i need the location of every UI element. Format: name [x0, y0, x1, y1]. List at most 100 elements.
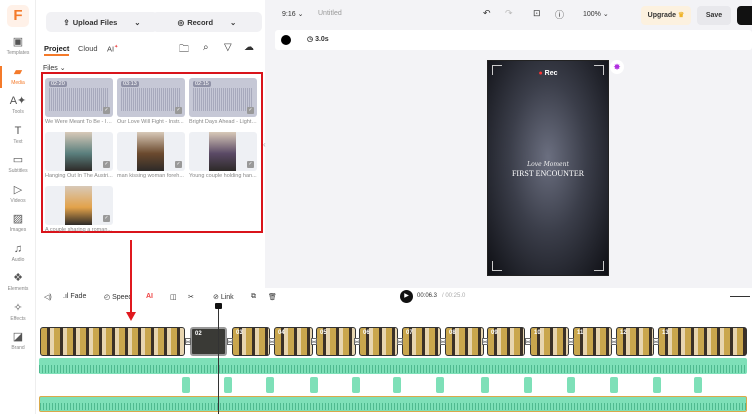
sound-effect-clip[interactable]	[610, 377, 618, 393]
check-icon[interactable]: ✓	[175, 107, 182, 114]
video-clip[interactable]: 02	[190, 327, 227, 356]
play-button[interactable]: ▶	[400, 290, 413, 303]
sound-effect-clip[interactable]	[436, 377, 444, 393]
transition-icon[interactable]: ⋈	[311, 338, 317, 345]
undo-icon[interactable]: ↶	[483, 8, 491, 19]
chevron-down-icon[interactable]: ⌄	[134, 18, 140, 27]
duration-control[interactable]: ◷ 3.0s	[307, 35, 329, 43]
upgrade-button[interactable]: Upgrade ♛	[641, 6, 691, 25]
redo-icon[interactable]: ↷	[505, 8, 513, 19]
video-preview[interactable]: ● Rec Love Moment FIRST ENCOUNTER	[487, 60, 609, 276]
aspect-ratio-dropdown[interactable]: 9:16 ⌄	[282, 10, 303, 18]
check-icon[interactable]: ✓	[247, 161, 254, 168]
sound-effect-clip[interactable]	[524, 377, 532, 393]
split-icon[interactable]: ◫	[170, 293, 177, 301]
sidebar-item-text[interactable]: T Text	[0, 125, 36, 145]
filter-icon[interactable]: ▽	[224, 42, 232, 53]
fade-button[interactable]: .ıl Fade	[63, 293, 86, 300]
audio-track[interactable]	[39, 358, 747, 374]
upload-files-button[interactable]: ⇪ Upload Files ⌄	[46, 12, 158, 32]
delete-icon[interactable]: 🗑	[268, 293, 277, 301]
tab-ai[interactable]: AI✦	[107, 44, 118, 54]
record-button[interactable]: ◎ Record ⌄	[152, 12, 262, 32]
video-clip[interactable]: 13	[658, 327, 747, 356]
playhead-handle[interactable]	[215, 303, 222, 309]
video-clip[interactable]: 08	[445, 327, 484, 356]
transition-icon[interactable]: ⋈	[482, 338, 488, 345]
video-clip[interactable]: 06	[359, 327, 398, 356]
sound-effect-clip[interactable]	[352, 377, 360, 393]
transition-icon[interactable]: ⋈	[354, 338, 360, 345]
video-clip[interactable]: 03	[232, 327, 270, 356]
zoom-dropdown[interactable]: 100% ⌄	[583, 10, 609, 18]
duplicate-icon[interactable]: ⧉	[251, 293, 256, 301]
new-folder-icon[interactable]: 🗀	[179, 42, 189, 59]
collapse-panel-handle[interactable]: ‹	[263, 140, 269, 150]
tab-cloud[interactable]: Cloud	[78, 44, 98, 53]
transition-icon[interactable]: ⋈	[440, 338, 446, 345]
video-clip[interactable]: 07	[402, 327, 441, 356]
sidebar-item-templates[interactable]: ▣ Templates	[0, 36, 36, 56]
tab-project[interactable]: Project	[44, 44, 70, 56]
video-clip[interactable]: 04	[274, 327, 313, 356]
transition-icon[interactable]: ⋈	[227, 338, 233, 345]
cloud-off-icon[interactable]: ☁	[244, 42, 254, 53]
transition-icon[interactable]: ⋈	[525, 338, 531, 345]
transition-icon[interactable]: ⋈	[269, 338, 275, 345]
transition-icon[interactable]: ⋈	[611, 338, 617, 345]
check-icon[interactable]: ✓	[175, 161, 182, 168]
video-clip[interactable]: 05	[316, 327, 356, 356]
transition-icon[interactable]: ⋈	[397, 338, 403, 345]
background-color-swatch[interactable]	[281, 35, 291, 45]
sound-effect-clip[interactable]	[182, 377, 190, 393]
export-button[interactable]	[737, 6, 752, 25]
zoom-slider[interactable]	[730, 296, 750, 297]
sidebar-item-videos[interactable]: ▷ Videos	[0, 184, 36, 204]
transition-icon[interactable]: ⋈	[185, 338, 191, 345]
save-button[interactable]: Save	[697, 6, 731, 25]
video-clip[interactable]: 11	[573, 327, 612, 356]
media-item[interactable]: 03:13 ✓ Our Love Will Fight - Instr...	[117, 78, 185, 131]
media-item[interactable]: ✓ Hanging Out In The Austri...	[45, 132, 113, 185]
media-item[interactable]: 02:20 ✓ We Were Meant To Be - In...	[45, 78, 113, 131]
sidebar-item-audio[interactable]: ♫ Audio	[0, 243, 36, 263]
volume-icon[interactable]: ◁)	[44, 293, 52, 301]
scissors-icon[interactable]: ✂	[188, 293, 194, 301]
sound-effect-clip[interactable]	[694, 377, 702, 393]
sound-effect-clip[interactable]	[567, 377, 575, 393]
sound-effect-clip[interactable]	[653, 377, 661, 393]
check-icon[interactable]: ✓	[247, 107, 254, 114]
video-clip[interactable]: 09	[487, 327, 525, 356]
sidebar-item-brand[interactable]: ◪ Brand	[0, 331, 36, 351]
help-icon[interactable]: ⓘ	[555, 8, 564, 21]
search-icon[interactable]: ⌕	[203, 42, 209, 53]
sidebar-item-images[interactable]: ▨ Images	[0, 213, 36, 233]
files-dropdown[interactable]: Files ⌄	[43, 64, 66, 72]
sound-effect-clip[interactable]	[310, 377, 318, 393]
sidebar-item-media[interactable]: ▰ Media	[0, 65, 36, 88]
media-item[interactable]: ✓ Young couple holding han...	[189, 132, 257, 185]
screen-capture-icon[interactable]: ⊡	[533, 8, 541, 19]
video-clip[interactable]	[40, 327, 185, 356]
transition-icon[interactable]: ⋈	[568, 338, 574, 345]
playhead[interactable]	[218, 305, 219, 414]
sidebar-item-tools[interactable]: A✦ Tools	[0, 95, 36, 115]
sound-effect-clip[interactable]	[393, 377, 401, 393]
sound-effect-clip[interactable]	[266, 377, 274, 393]
link-button[interactable]: ⊘ Link	[213, 293, 234, 301]
chevron-down-icon[interactable]: ⌄	[230, 18, 236, 27]
media-item[interactable]: ✓ A couple sharing a roman...	[45, 186, 113, 239]
sidebar-item-subtitles[interactable]: ▭ Subtitles	[0, 154, 36, 174]
sidebar-item-elements[interactable]: ❖ Elements	[0, 272, 36, 292]
speed-button[interactable]: ◴ Speed	[104, 293, 132, 301]
sidebar-item-effects[interactable]: ✧ Effects	[0, 302, 36, 322]
music-track[interactable]	[39, 396, 747, 412]
transition-icon[interactable]: ⋈	[653, 338, 659, 345]
project-title[interactable]: Untitled	[318, 10, 342, 17]
check-icon[interactable]: ✓	[103, 215, 110, 222]
check-icon[interactable]: ✓	[103, 161, 110, 168]
video-clip[interactable]: 12	[616, 327, 654, 356]
sound-effect-clip[interactable]	[481, 377, 489, 393]
video-clip[interactable]: 10	[530, 327, 569, 356]
media-item[interactable]: 02:15 ✓ Bright Days Ahead - Light ...	[189, 78, 257, 131]
